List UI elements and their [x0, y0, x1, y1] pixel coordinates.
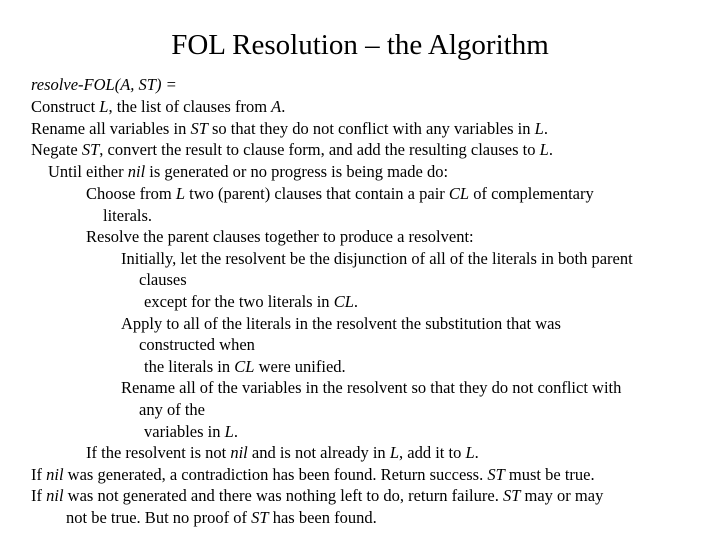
line-text: has been found. [268, 508, 377, 527]
line-text: literals. [103, 206, 153, 225]
line-text: , the list of clauses from [108, 97, 272, 116]
italic-term: nil [46, 465, 64, 484]
algorithm-line: any of the [139, 400, 205, 420]
algorithm-line: Choose from L two (parent) clauses that … [86, 184, 594, 204]
line-text: . [233, 422, 238, 441]
line-text: . [353, 292, 358, 311]
line-text: Resolve the parent clauses together to p… [86, 227, 474, 246]
line-text: Rename all variables in [31, 119, 191, 138]
line-text: , convert the result to clause form, and… [99, 140, 540, 159]
italic-term: L [539, 140, 549, 159]
italic-term: L [389, 443, 399, 462]
algorithm-line: If nil was generated, a contradiction ha… [31, 465, 595, 485]
line-text: must be true. [504, 465, 595, 484]
line-text: Negate [31, 140, 82, 159]
italic-term: CL [448, 184, 470, 203]
line-text: so that they do not conflict with any va… [207, 119, 535, 138]
italic-term: L [224, 422, 234, 441]
italic-term: ST [487, 465, 505, 484]
italic-term: resolve-FOL(A, ST) = [31, 75, 177, 94]
line-text: except for the two literals in [144, 292, 334, 311]
line-text: is generated or no progress is being mad… [145, 162, 449, 181]
italic-term: CL [333, 292, 354, 311]
line-text: . [474, 443, 479, 462]
line-text: the literals in [144, 357, 235, 376]
line-text: Rename all of the variables in the resol… [121, 378, 622, 397]
algorithm-line: Rename all variables in ST so that they … [31, 119, 548, 139]
algorithm-line: Initially, let the resolvent be the disj… [121, 249, 633, 269]
italic-term: ST [190, 119, 208, 138]
algorithm-line: Apply to all of the literals in the reso… [121, 314, 561, 334]
line-text: . [543, 119, 548, 138]
algorithm-line: Until either nil is generated or no prog… [48, 162, 448, 182]
line-text: any of the [139, 400, 205, 419]
italic-term: A [271, 97, 282, 116]
line-text: . [281, 97, 286, 116]
line-text: clauses [139, 270, 187, 289]
algorithm-line: Construct L, the list of clauses from A. [31, 97, 285, 117]
italic-term: L [175, 184, 186, 203]
line-text: Initially, let the resolvent be the disj… [121, 249, 633, 268]
slide-title: FOL Resolution – the Algorithm [171, 29, 549, 61]
italic-term: ST [81, 140, 100, 159]
algorithm-line: constructed when [139, 335, 255, 355]
algorithm-line: If nil was not generated and there was n… [31, 486, 603, 506]
line-text: Apply to all of the literals in the reso… [121, 314, 561, 333]
line-text: and is not already in [247, 443, 390, 462]
algorithm-line: Resolve the parent clauses together to p… [86, 227, 474, 247]
italic-term: L [465, 443, 475, 462]
italic-term: nil [46, 486, 64, 505]
italic-term: nil [127, 162, 146, 181]
line-text: was generated, a contradiction has been … [63, 465, 488, 484]
line-text: . [548, 140, 553, 159]
line-text: Construct [31, 97, 100, 116]
line-text: two (parent) clauses that contain a pair [185, 184, 449, 203]
line-text: variables in [144, 422, 225, 441]
line-text: constructed when [139, 335, 255, 354]
italic-term: CL [234, 357, 255, 376]
line-text: was not generated and there was nothing … [63, 486, 503, 505]
line-text: were unified. [254, 357, 346, 376]
line-text: may or may [520, 486, 604, 505]
algorithm-line: Negate ST, convert the result to clause … [31, 140, 553, 160]
algorithm-line: resolve-FOL(A, ST) = [31, 75, 177, 95]
algorithm-line: Rename all of the variables in the resol… [121, 378, 621, 398]
algorithm-line: the literals in CL were unified. [144, 357, 346, 377]
algorithm-line: not be true. But no proof of ST has been… [66, 508, 377, 528]
algorithm-line: literals. [103, 206, 152, 226]
algorithm-line: except for the two literals in CL. [144, 292, 358, 312]
line-text: not be true. But no proof of [66, 508, 252, 527]
italic-term: L [534, 119, 544, 138]
italic-term: ST [251, 508, 269, 527]
line-text: , add it to [399, 443, 466, 462]
line-text: If [31, 465, 47, 484]
algorithm-line: If the resolvent is not nil and is not a… [86, 443, 479, 463]
line-text: If [31, 486, 47, 505]
line-text: of complementary [469, 184, 594, 203]
line-text: Until either [48, 162, 128, 181]
line-text: If the resolvent is not [86, 443, 231, 462]
italic-term: ST [502, 486, 521, 505]
algorithm-line: clauses [139, 270, 187, 290]
line-text: Choose from [86, 184, 176, 203]
italic-term: nil [230, 443, 248, 462]
algorithm-line: variables in L. [144, 422, 238, 442]
